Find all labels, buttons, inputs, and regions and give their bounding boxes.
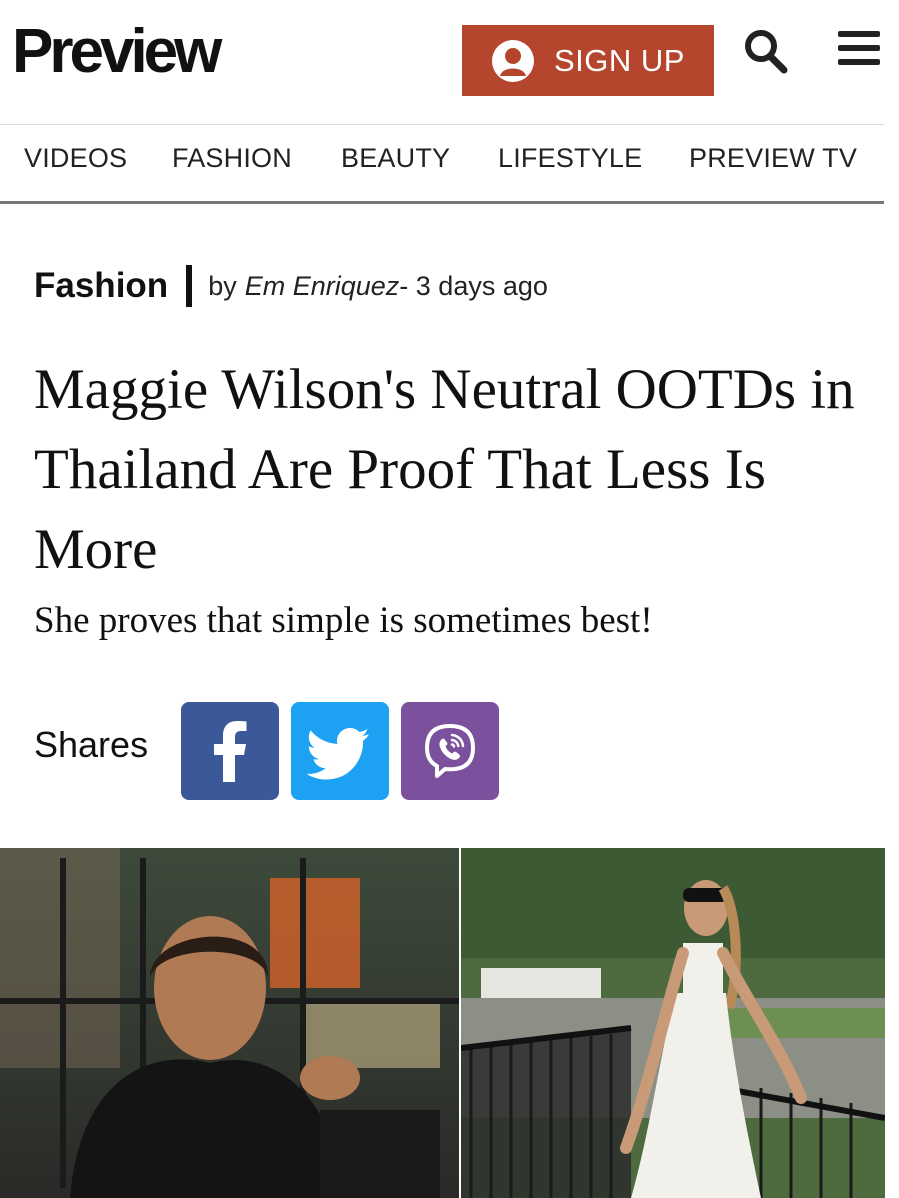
nav-item-preview-tv[interactable]: PREVIEW TV (689, 125, 857, 191)
site-header: Preview SIGN UP (0, 0, 899, 124)
article-meta: Fashion by Em Enriquez - 3 days ago (34, 264, 548, 308)
shares-label: Shares (34, 724, 149, 765)
publish-date: - 3 days ago (399, 270, 548, 301)
byline-prefix: by (208, 270, 237, 301)
user-icon (492, 39, 534, 82)
nav-item-beauty[interactable]: BEAUTY (341, 125, 450, 191)
twitter-share-button[interactable] (291, 702, 389, 800)
category-link[interactable]: Fashion (34, 266, 168, 306)
nav-item-fashion[interactable]: FASHION (172, 125, 292, 191)
twitter-icon (306, 728, 369, 780)
site-logo[interactable]: Preview (12, 12, 222, 92)
nav-item-videos[interactable]: VIDEOS (24, 125, 127, 191)
facebook-share-button[interactable] (181, 702, 279, 800)
article-photo-right (461, 848, 885, 1198)
hamburger-menu-icon[interactable] (836, 28, 882, 68)
meta-divider (186, 265, 193, 307)
nav-item-lifestyle[interactable]: LIFESTYLE (498, 125, 642, 191)
viber-icon (425, 724, 475, 778)
author-link[interactable]: Em Enriquez (245, 271, 400, 302)
viber-share-button[interactable] (401, 702, 499, 800)
main-nav: VIDEOS FASHION BEAUTY LIFESTYLE PREVIEW … (0, 124, 884, 201)
article-dek: She proves that simple is sometimes best… (34, 600, 653, 641)
article-photo-left (0, 848, 459, 1198)
facebook-icon (214, 721, 247, 782)
sign-up-button[interactable]: SIGN UP (462, 25, 714, 96)
article-headline: Maggie Wilson's Neutral OOTDs in Thailan… (34, 358, 855, 581)
sign-up-label: SIGN UP (554, 42, 685, 78)
search-icon[interactable] (740, 26, 790, 76)
